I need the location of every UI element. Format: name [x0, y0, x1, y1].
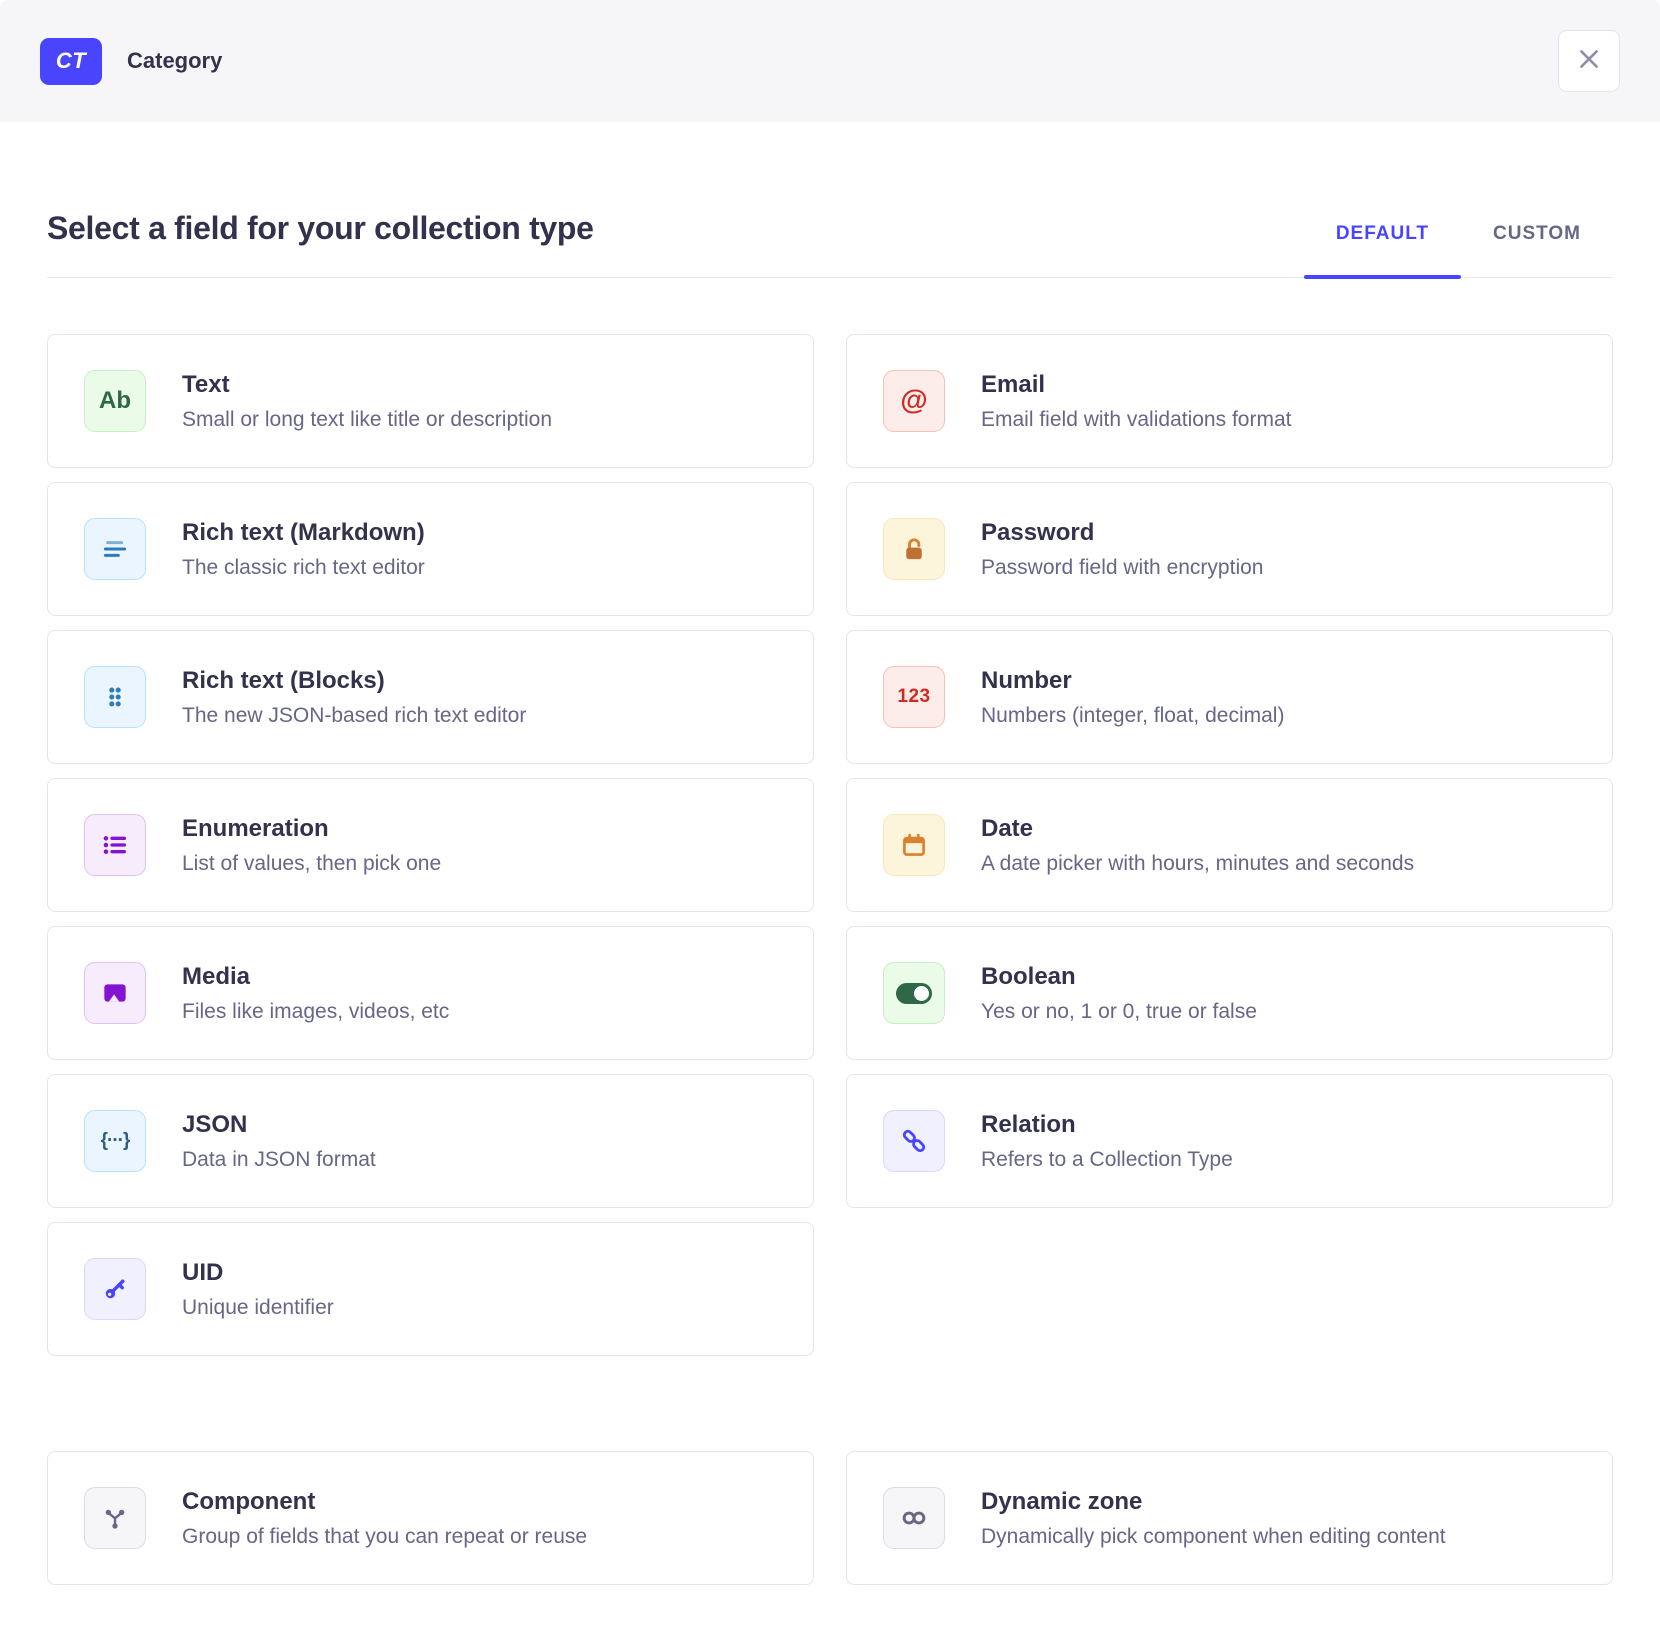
- blocks-dots-icon: [84, 666, 146, 728]
- collection-name: Category: [127, 48, 222, 74]
- field-card-relation[interactable]: Relation Refers to a Collection Type: [846, 1074, 1613, 1208]
- field-description: A date picker with hours, minutes and se…: [981, 852, 1414, 876]
- page-title: Select a field for your collection type: [47, 210, 594, 277]
- field-card-text[interactable]: Ab Text Small or long text like title or…: [47, 334, 814, 468]
- field-description: Unique identifier: [182, 1296, 334, 1320]
- toggle-icon: [883, 962, 945, 1024]
- padlock-icon: [883, 518, 945, 580]
- close-icon: [1576, 46, 1602, 77]
- curly-braces-icon: {···}: [84, 1110, 146, 1172]
- field-description: Refers to a Collection Type: [981, 1148, 1233, 1172]
- field-title: Date: [981, 815, 1414, 843]
- field-title: Number: [981, 667, 1284, 695]
- field-picker-modal: CT Category Select a field for your coll…: [0, 0, 1660, 1648]
- tab-bar: DEFAULT CUSTOM: [1304, 223, 1613, 277]
- field-title: Enumeration: [182, 815, 441, 843]
- field-title: Relation: [981, 1111, 1233, 1139]
- calendar-icon: [883, 814, 945, 876]
- key-icon: [84, 1258, 146, 1320]
- field-title: Dynamic zone: [981, 1488, 1446, 1516]
- advanced-fields-grid: Component Group of fields that you can r…: [47, 1451, 1613, 1585]
- field-title: Text: [182, 371, 552, 399]
- field-card-date[interactable]: Date A date picker with hours, minutes a…: [846, 778, 1613, 912]
- tab-custom[interactable]: CUSTOM: [1461, 223, 1613, 277]
- field-description: Password field with encryption: [981, 556, 1263, 580]
- infinity-icon: [883, 1487, 945, 1549]
- field-description: Yes or no, 1 or 0, true or false: [981, 1000, 1257, 1024]
- field-card-richtext-blocks[interactable]: Rich text (Blocks) The new JSON-based ri…: [47, 630, 814, 764]
- field-card-number[interactable]: 123 Number Numbers (integer, float, deci…: [846, 630, 1613, 764]
- collection-type-badge: CT: [40, 38, 102, 85]
- modal-body: Select a field for your collection type …: [0, 122, 1660, 1648]
- title-row: Select a field for your collection type …: [47, 210, 1613, 278]
- close-button[interactable]: [1558, 30, 1620, 92]
- field-title: Rich text (Blocks): [182, 667, 526, 695]
- modal-header: CT Category: [0, 0, 1660, 122]
- field-title: Password: [981, 519, 1263, 547]
- field-description: The new JSON-based rich text editor: [182, 704, 526, 728]
- field-card-uid[interactable]: UID Unique identifier: [47, 1222, 814, 1356]
- field-card-password[interactable]: Password Password field with encryption: [846, 482, 1613, 616]
- field-description: List of values, then pick one: [182, 852, 441, 876]
- field-description: The classic rich text editor: [182, 556, 425, 580]
- field-description: Numbers (integer, float, decimal): [981, 704, 1284, 728]
- field-description: Data in JSON format: [182, 1148, 376, 1172]
- bullet-list-icon: [84, 814, 146, 876]
- field-description: Files like images, videos, etc: [182, 1000, 449, 1024]
- field-title: Email: [981, 371, 1291, 399]
- field-card-json[interactable]: {···} JSON Data in JSON format: [47, 1074, 814, 1208]
- fields-grid: Ab Text Small or long text like title or…: [47, 334, 1613, 1356]
- picture-icon: [84, 962, 146, 1024]
- markdown-lines-icon: [84, 518, 146, 580]
- field-card-media[interactable]: Media Files like images, videos, etc: [47, 926, 814, 1060]
- field-card-richtext-markdown[interactable]: Rich text (Markdown) The classic rich te…: [47, 482, 814, 616]
- field-title: JSON: [182, 1111, 376, 1139]
- field-title: UID: [182, 1259, 334, 1287]
- grid-empty-cell: [846, 1222, 1613, 1356]
- field-card-component[interactable]: Component Group of fields that you can r…: [47, 1451, 814, 1585]
- field-card-boolean[interactable]: Boolean Yes or no, 1 or 0, true or false: [846, 926, 1613, 1060]
- number-123-icon: 123: [883, 666, 945, 728]
- field-description: Small or long text like title or descrip…: [182, 408, 552, 432]
- field-title: Boolean: [981, 963, 1257, 991]
- field-title: Rich text (Markdown): [182, 519, 425, 547]
- field-description: Group of fields that you can repeat or r…: [182, 1525, 587, 1549]
- field-card-dynamic-zone[interactable]: Dynamic zone Dynamically pick component …: [846, 1451, 1613, 1585]
- tab-default[interactable]: DEFAULT: [1304, 223, 1461, 277]
- field-title: Component: [182, 1488, 587, 1516]
- field-description: Email field with validations format: [981, 408, 1291, 432]
- field-title: Media: [182, 963, 449, 991]
- field-card-enumeration[interactable]: Enumeration List of values, then pick on…: [47, 778, 814, 912]
- email-at-icon: @: [883, 370, 945, 432]
- field-card-email[interactable]: @ Email Email field with validations for…: [846, 334, 1613, 468]
- ab-text-icon: Ab: [84, 370, 146, 432]
- component-nodes-icon: [84, 1487, 146, 1549]
- chain-link-icon: [883, 1110, 945, 1172]
- field-description: Dynamically pick component when editing …: [981, 1525, 1446, 1549]
